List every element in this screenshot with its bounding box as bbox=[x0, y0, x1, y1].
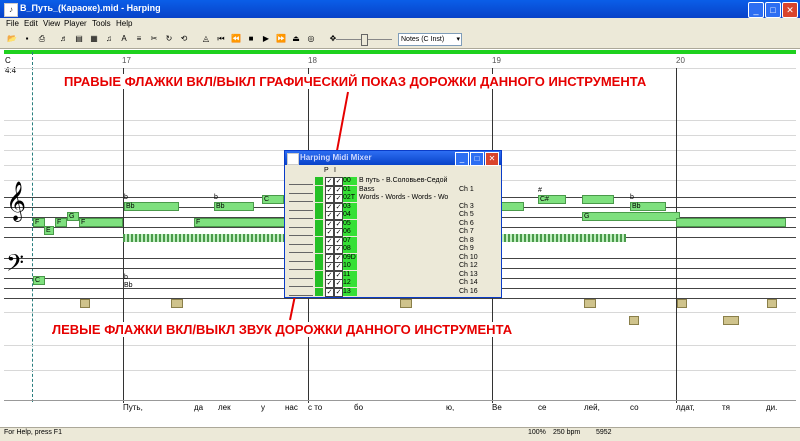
lyric: бо bbox=[354, 403, 364, 412]
lyric: се bbox=[538, 403, 547, 412]
track-number: 10 bbox=[343, 262, 357, 270]
track-number: 00 bbox=[343, 177, 357, 185]
lyric: да bbox=[194, 403, 204, 412]
track-number: 11 bbox=[343, 270, 357, 279]
lyric: тя bbox=[722, 403, 730, 412]
lyric: лдат, bbox=[676, 403, 695, 412]
track-name: Words - Words - Words - Wo bbox=[359, 194, 449, 201]
volume-slider[interactable] bbox=[289, 178, 313, 185]
lyric: Ве bbox=[492, 403, 502, 412]
mixer-close-button[interactable]: ✕ bbox=[485, 152, 499, 166]
mute-indicator[interactable] bbox=[315, 253, 323, 262]
track-number: 07 bbox=[343, 236, 357, 245]
track-channel: Ch 7 bbox=[459, 228, 474, 235]
track-channel: Ch 13 bbox=[459, 270, 478, 278]
volume-slider[interactable] bbox=[289, 289, 313, 296]
track-number: 02T bbox=[343, 194, 357, 202]
mute-indicator[interactable] bbox=[315, 202, 323, 211]
mixer-title: Harping Midi Mixer bbox=[300, 153, 372, 162]
mute-indicator[interactable] bbox=[315, 262, 323, 270]
volume-slider[interactable] bbox=[289, 187, 313, 194]
volume-slider[interactable] bbox=[289, 246, 313, 253]
volume-slider[interactable] bbox=[289, 221, 313, 228]
lyric: лей, bbox=[584, 403, 600, 412]
volume-slider[interactable] bbox=[289, 204, 313, 211]
lyric: ди. bbox=[766, 403, 778, 412]
mute-indicator[interactable] bbox=[315, 219, 323, 228]
volume-slider[interactable] bbox=[289, 255, 313, 262]
lyric: нас bbox=[285, 403, 298, 412]
track-channel: Ch 14 bbox=[459, 279, 478, 286]
mixer-minimize-button[interactable]: _ bbox=[455, 152, 469, 166]
track-channel: Ch 8 bbox=[459, 236, 474, 244]
volume-slider[interactable] bbox=[289, 195, 313, 202]
lyric: ю, bbox=[446, 403, 455, 412]
status-tempo: 250 bpm bbox=[553, 429, 581, 436]
track-number: 12 bbox=[343, 279, 357, 287]
lyric: с то bbox=[308, 403, 323, 412]
mute-indicator[interactable] bbox=[315, 245, 323, 253]
mixer-maximize-button[interactable]: □ bbox=[470, 152, 484, 166]
track-number: 05 bbox=[343, 219, 357, 228]
lyric: у bbox=[261, 403, 265, 412]
midi-mixer-window[interactable]: Harping Midi Mixer _ □ ✕ P I ✓ ✓ 00 В путь … bbox=[284, 150, 502, 298]
track-channel: Ch 16 bbox=[459, 287, 478, 295]
volume-slider[interactable] bbox=[289, 263, 313, 270]
track-number: 08 bbox=[343, 245, 357, 253]
track-channel: Ch 10 bbox=[459, 253, 478, 261]
track-channel: Ch 6 bbox=[459, 219, 474, 227]
lyric: лек bbox=[218, 403, 231, 412]
track-number: 13 bbox=[343, 287, 357, 296]
volume-slider[interactable] bbox=[289, 212, 313, 219]
track-channel: Ch 12 bbox=[459, 262, 478, 269]
track-number: 03 bbox=[343, 202, 357, 211]
mute-indicator[interactable] bbox=[315, 194, 323, 202]
header-play: P bbox=[324, 167, 329, 174]
lyric: со bbox=[630, 403, 639, 412]
lyric: Путь, bbox=[123, 403, 143, 412]
track-name: Bass bbox=[359, 185, 375, 193]
mixer-track-row[interactable]: ✓ ✓ 13 Ch 16 bbox=[287, 287, 497, 297]
mute-indicator[interactable] bbox=[315, 185, 323, 194]
mute-indicator[interactable] bbox=[315, 287, 323, 296]
track-channel: Ch 9 bbox=[459, 245, 474, 252]
volume-slider[interactable] bbox=[289, 272, 313, 279]
sound-checkbox[interactable]: ✓ bbox=[325, 287, 334, 297]
status-help: For Help, press F1 bbox=[4, 429, 62, 436]
status-zoom: 100% bbox=[528, 429, 546, 436]
volume-slider[interactable] bbox=[289, 280, 313, 287]
track-name: В путь - В.Соловьев-Седой bbox=[359, 177, 448, 184]
track-channel: Ch 5 bbox=[459, 211, 474, 218]
mute-indicator[interactable] bbox=[315, 279, 323, 287]
track-channel: Ch 1 bbox=[459, 185, 474, 193]
mute-indicator[interactable] bbox=[315, 177, 323, 185]
display-checkbox[interactable]: ✓ bbox=[334, 287, 343, 297]
lyrics-divider bbox=[4, 400, 796, 401]
volume-slider[interactable] bbox=[289, 229, 313, 236]
track-channel: Ch 3 bbox=[459, 202, 474, 210]
track-number: 01 bbox=[343, 185, 357, 194]
mixer-app-icon bbox=[287, 153, 299, 165]
header-show: I bbox=[334, 167, 336, 174]
mute-indicator[interactable] bbox=[315, 236, 323, 245]
track-number: 06 bbox=[343, 228, 357, 236]
status-position: 5952 bbox=[596, 429, 612, 436]
track-number: 09D bbox=[343, 253, 357, 262]
status-bar bbox=[0, 427, 800, 441]
mute-indicator[interactable] bbox=[315, 270, 323, 279]
track-number: 04 bbox=[343, 211, 357, 219]
volume-slider[interactable] bbox=[289, 238, 313, 245]
mute-indicator[interactable] bbox=[315, 228, 323, 236]
mute-indicator[interactable] bbox=[315, 211, 323, 219]
